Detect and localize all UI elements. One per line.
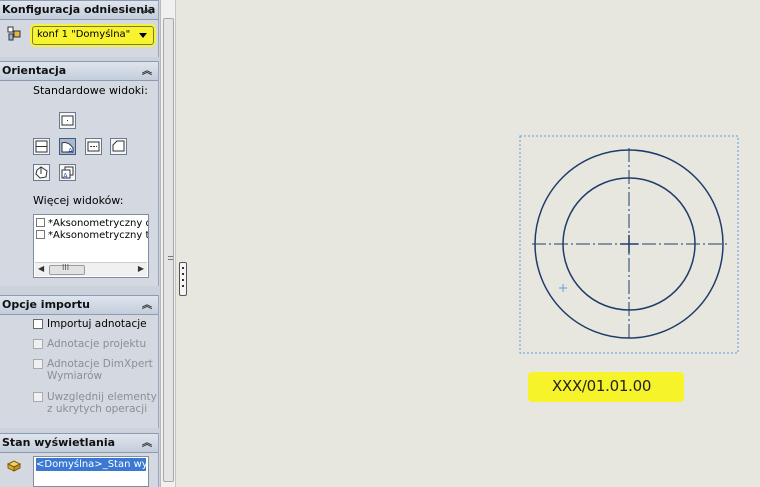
drawing-canvas[interactable] xyxy=(0,0,760,487)
view-label-highlight[interactable]: XXX/01.01.00 xyxy=(528,372,684,402)
view-label[interactable]: XXX/01.01.00 xyxy=(552,377,651,395)
